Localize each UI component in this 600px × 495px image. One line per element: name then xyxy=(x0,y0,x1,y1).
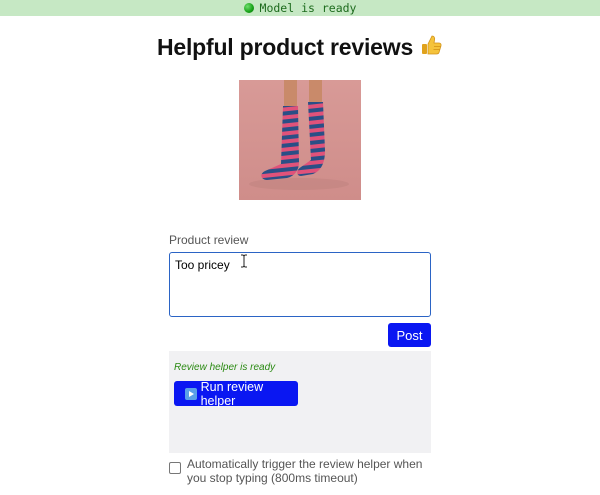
product-image xyxy=(239,80,361,200)
play-icon xyxy=(185,387,197,400)
thumbs-up-icon xyxy=(419,33,443,62)
page-header: Helpful product reviews xyxy=(0,33,600,62)
review-helper-panel: Review helper is ready Run review helper xyxy=(169,351,431,453)
post-button[interactable]: Post xyxy=(388,323,431,347)
auto-trigger-label[interactable]: Automatically trigger the review helper … xyxy=(187,457,439,485)
model-status-text: Model is ready xyxy=(259,1,357,15)
green-circle-icon xyxy=(243,3,254,13)
text-cursor-icon xyxy=(241,254,247,268)
run-review-helper-button[interactable]: Run review helper xyxy=(174,379,298,408)
product-review-label: Product review xyxy=(169,233,249,247)
model-status-bar: Model is ready xyxy=(0,0,600,16)
helper-status-text: Review helper is ready xyxy=(174,362,276,373)
striped-socks-image xyxy=(239,80,361,200)
review-textarea[interactable] xyxy=(169,252,431,317)
auto-trigger-checkbox[interactable] xyxy=(169,462,181,474)
run-review-helper-label: Run review helper xyxy=(200,379,264,408)
page-title: Helpful product reviews xyxy=(156,34,414,60)
auto-trigger-row[interactable]: Automatically trigger the review helper … xyxy=(169,457,439,485)
